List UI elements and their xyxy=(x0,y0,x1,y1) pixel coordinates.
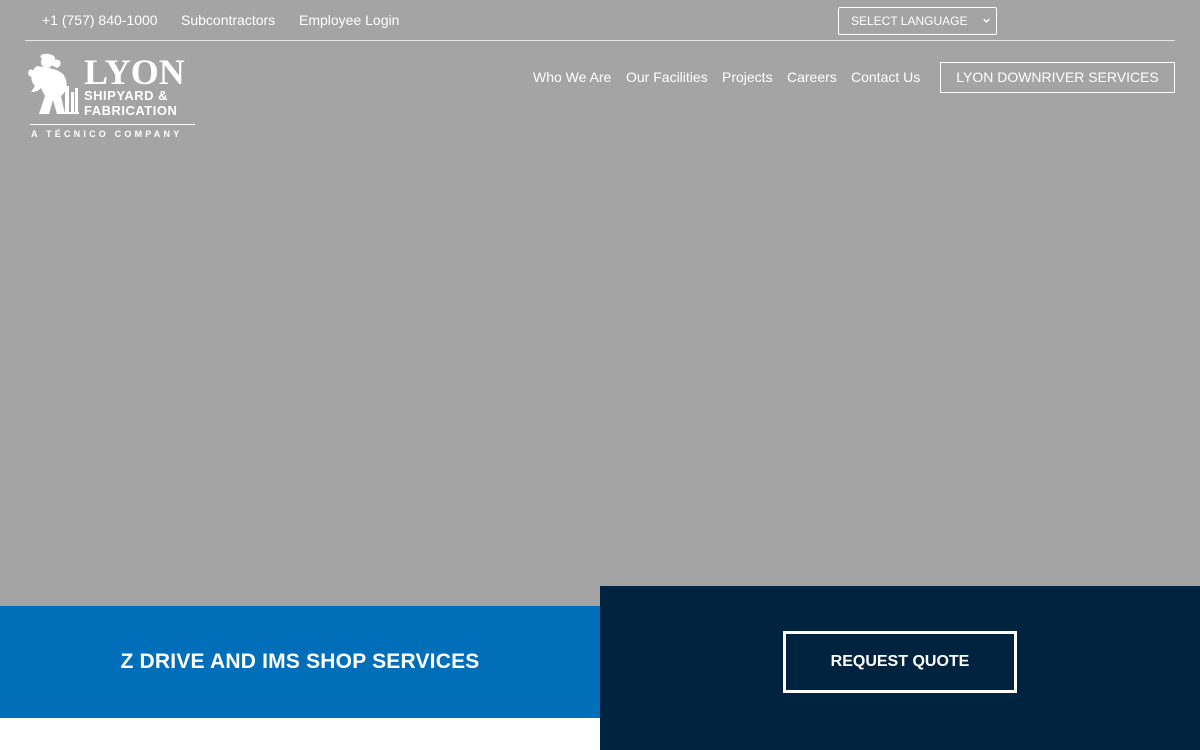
logo-line-1: SHIPYARD & xyxy=(84,88,168,103)
logo-divider xyxy=(30,124,195,125)
service-title: Z DRIVE AND IMS SHOP SERVICES xyxy=(120,650,480,673)
lion-icon xyxy=(28,53,79,114)
language-select[interactable]: SELECT LANGUAGE xyxy=(838,7,997,35)
chevron-down-icon xyxy=(983,18,990,23)
nav-who-we-are[interactable]: Who We Are xyxy=(533,69,611,85)
hero-section: +1 (757) 840-1000 Subcontractors Employe… xyxy=(0,0,1200,606)
nav-projects[interactable]: Projects xyxy=(722,69,773,85)
quote-panel: REQUEST QUOTE xyxy=(600,586,1200,750)
nav-our-facilities[interactable]: Our Facilities xyxy=(626,69,708,85)
language-select-label: SELECT LANGUAGE xyxy=(851,14,968,28)
utility-bar: +1 (757) 840-1000 Subcontractors Employe… xyxy=(25,0,1175,41)
request-quote-button[interactable]: REQUEST QUOTE xyxy=(783,631,1017,693)
logo-tagline: A TÉCNICO COMPANY xyxy=(31,129,183,139)
site-logo[interactable]: LYON SHIPYARD & FABRICATION A TÉCNICO CO… xyxy=(27,52,197,142)
phone-link[interactable]: +1 (757) 840-1000 xyxy=(42,12,158,28)
nav-careers[interactable]: Careers xyxy=(787,69,837,85)
logo-wordmark: LYON xyxy=(84,52,185,92)
downriver-services-button[interactable]: LYON DOWNRIVER SERVICES xyxy=(940,62,1175,93)
service-banner: Z DRIVE AND IMS SHOP SERVICES xyxy=(0,606,600,718)
nav-contact-us[interactable]: Contact Us xyxy=(851,69,920,85)
logo-line-2: FABRICATION xyxy=(84,103,178,118)
employee-login-link[interactable]: Employee Login xyxy=(299,12,399,28)
subcontractors-link[interactable]: Subcontractors xyxy=(181,12,275,28)
